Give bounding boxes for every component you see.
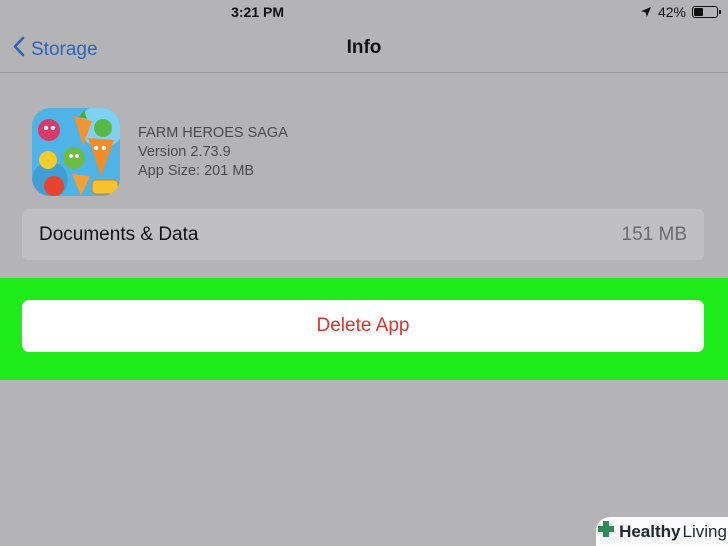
app-name: FARM HEROES SAGA [138,125,288,141]
documents-data-label: Documents & Data [39,223,199,245]
app-info: FARM HEROES SAGA Version 2.73.9 App Size… [32,108,288,196]
watermark-text-a: Healthy [619,521,681,541]
page-title: Info [346,37,382,58]
app-meta: FARM HEROES SAGA Version 2.73.9 App Size… [138,108,288,196]
back-button[interactable]: Storage [12,36,98,63]
watermark: Healthy Living [596,517,728,546]
location-arrow-icon [640,6,652,18]
plus-logo-icon [597,520,615,543]
battery-icon [692,6,721,18]
documents-data-value: 151 MB [621,223,687,245]
app-size: App Size: 201 MB [138,163,255,179]
chevron-left-icon [12,36,25,63]
back-button-label: Storage [31,38,98,60]
app-version: Version 2.73.9 [138,144,231,160]
documents-data-row: Documents & Data 151 MB [22,209,704,260]
watermark-text-b: Living [682,521,727,541]
battery-fill [694,8,703,16]
delete-app-button[interactable]: Delete App [22,300,704,352]
navigation-bar: Storage Info [0,26,728,73]
app-icon [32,108,120,196]
status-bar: 3:21 PM 42% [0,0,728,24]
status-time: 3:21 PM [231,4,284,20]
status-indicators: 42% [640,4,721,20]
battery-percentage: 42% [657,4,686,20]
